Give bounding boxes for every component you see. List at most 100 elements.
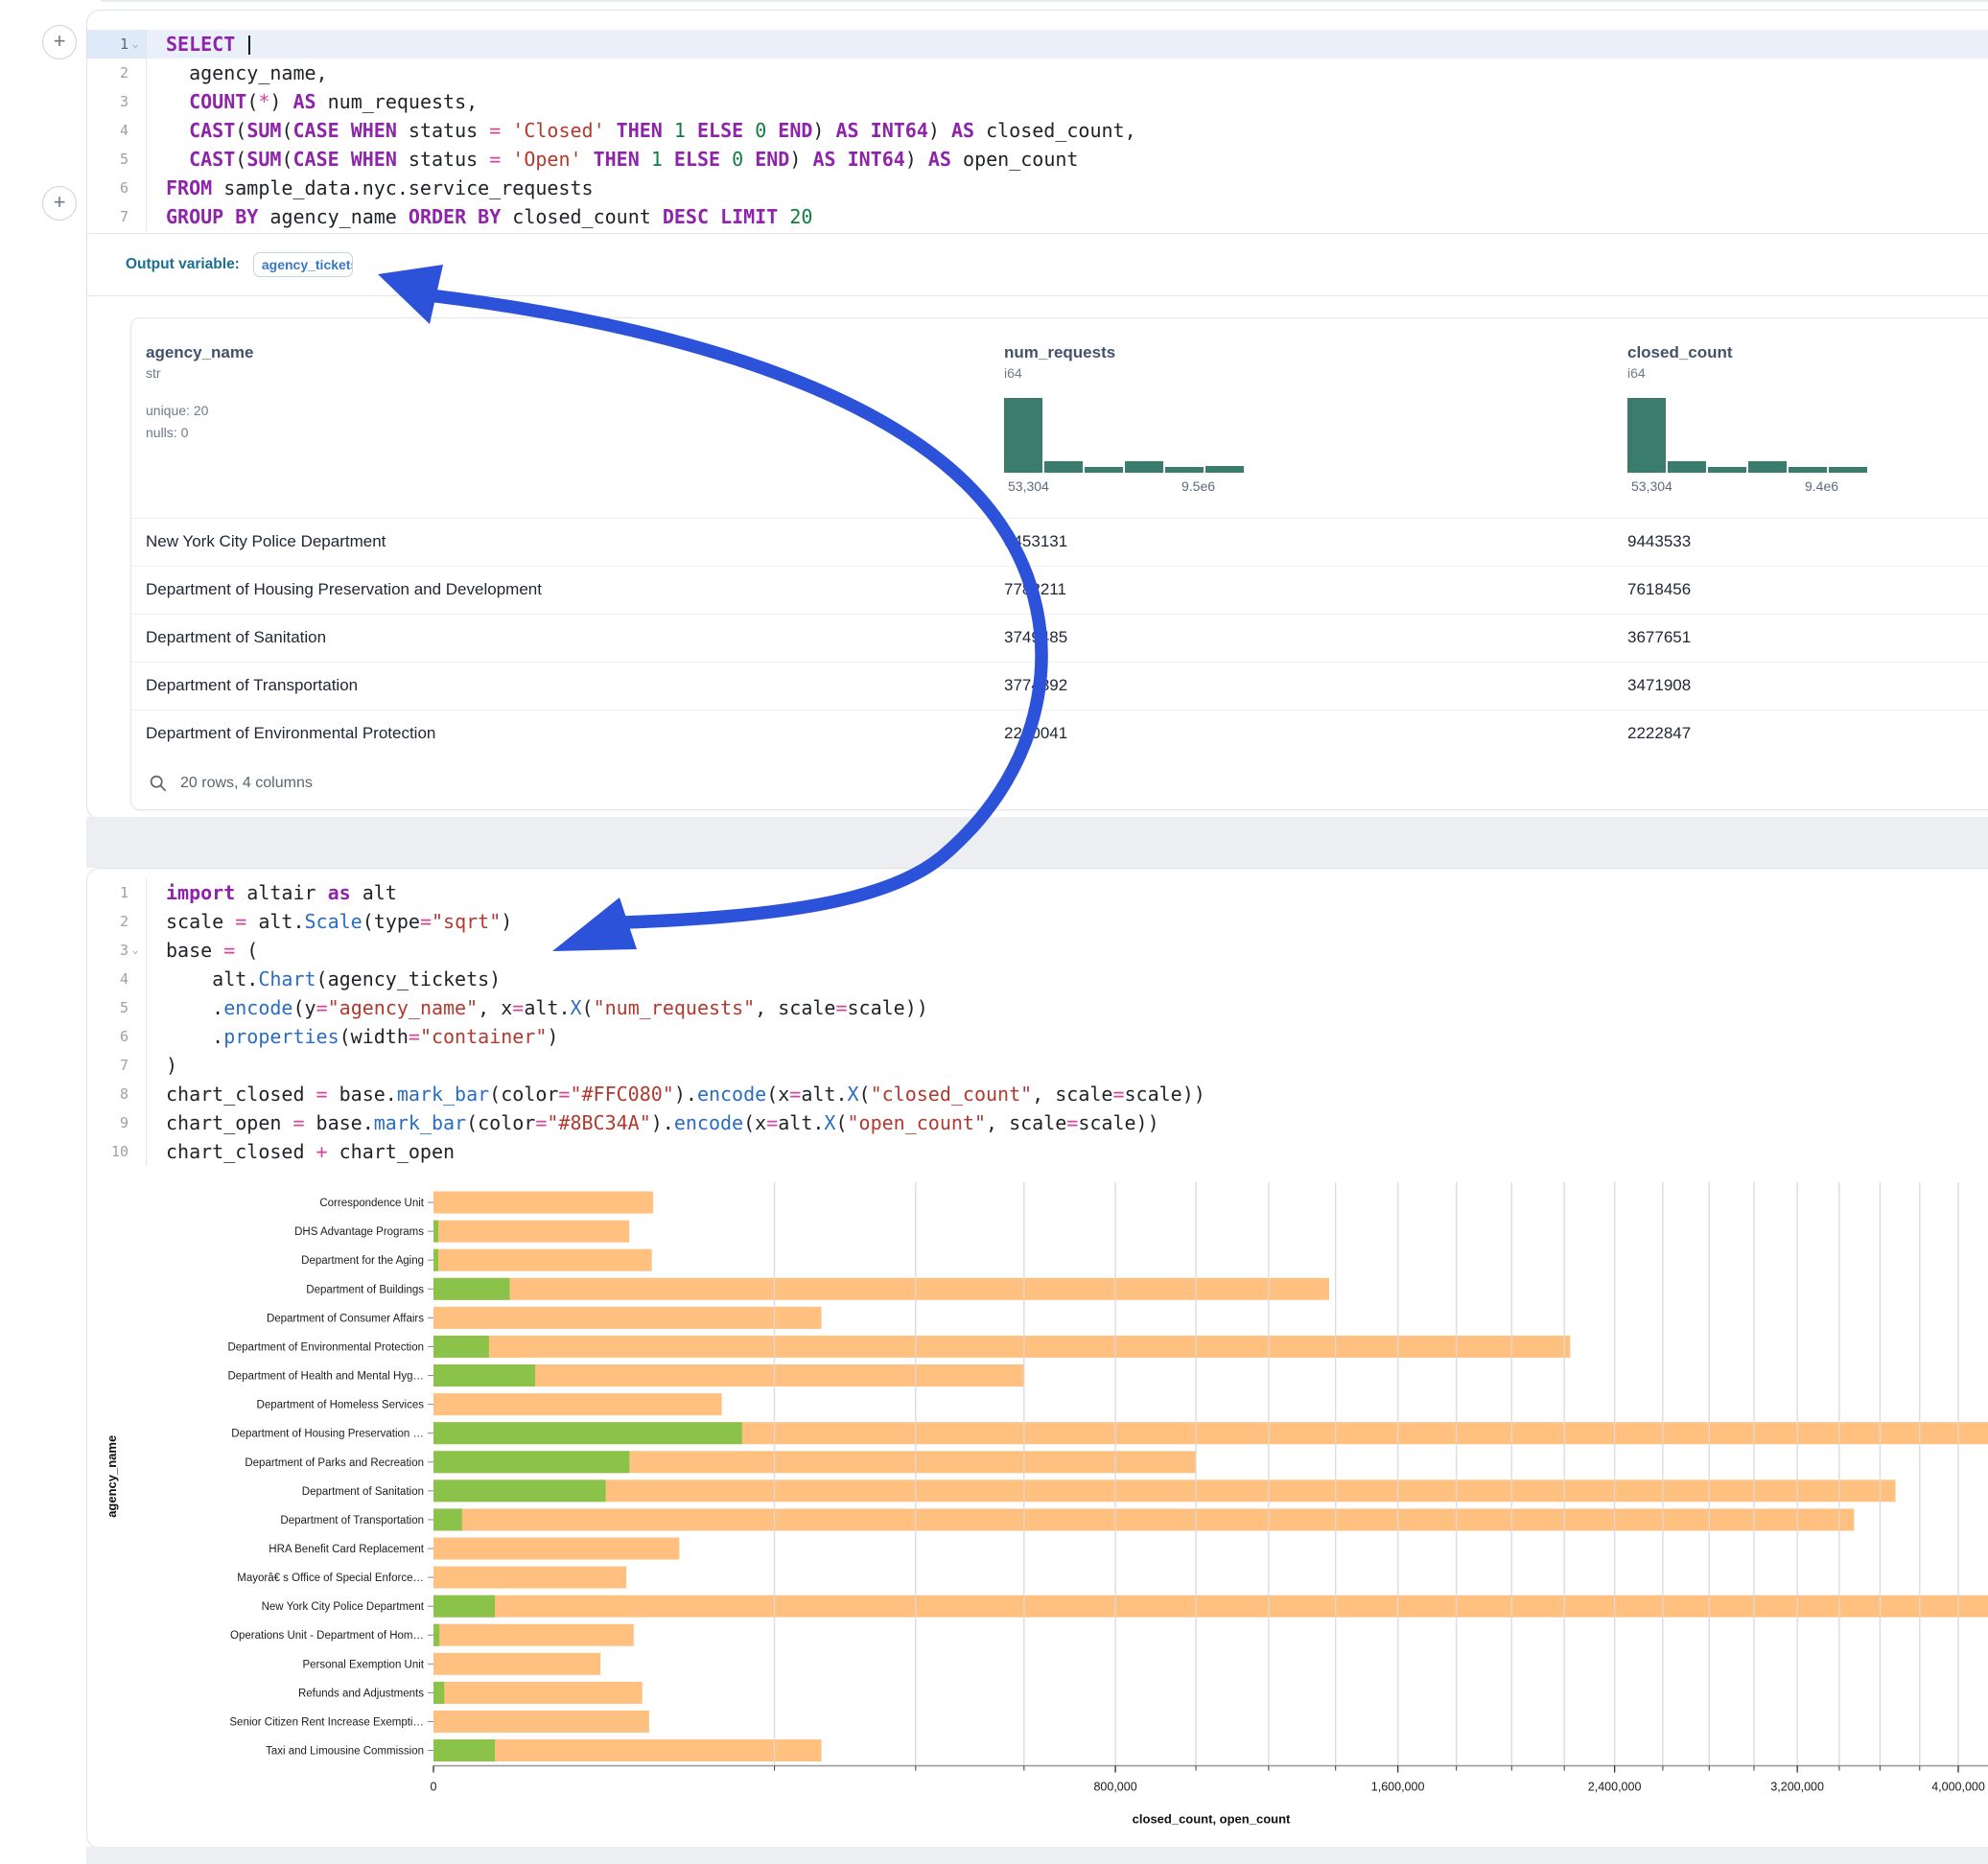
table-cell: New York City Police Department <box>146 532 386 551</box>
code-line[interactable]: 3⌄base = ( <box>87 936 1988 965</box>
line-number: 7 <box>87 1051 147 1080</box>
column-histogram <box>1004 396 1244 473</box>
table-cell: 7782211 <box>1004 580 1066 599</box>
svg-text:Department of Consumer Affairs: Department of Consumer Affairs <box>267 1313 424 1324</box>
table-cell: 3749485 <box>1004 628 1067 647</box>
svg-text:3,200,000: 3,200,000 <box>1770 1781 1824 1794</box>
table-cell: 3471908 <box>1627 676 1691 695</box>
svg-text:Department of Housing Preserva: Department of Housing Preservation … <box>231 1429 424 1440</box>
output-variable-chip[interactable]: agency_tickets <box>253 252 353 277</box>
code-line[interactable]: 8chart_closed = base.mark_bar(color="#FF… <box>87 1080 1988 1108</box>
code-line[interactable]: 6 .properties(width="container") <box>87 1022 1988 1051</box>
histogram-range-labels: 53,3049.4e6 <box>1627 477 1867 496</box>
text-caret <box>248 35 250 55</box>
svg-text:4,000,000: 4,000,000 <box>1931 1781 1985 1794</box>
svg-text:Department of Sanitation: Department of Sanitation <box>302 1486 424 1498</box>
output-variable-row: Output variable: agency_tickets <box>87 233 1988 296</box>
table-row[interactable]: Department of Housing Preservation and D… <box>131 566 1988 615</box>
line-number: 7 <box>87 202 147 231</box>
search-icon[interactable] <box>149 774 168 793</box>
sql-code-editor[interactable]: 1⌄SELECT 2 agency_name,3 COUNT(*) AS num… <box>87 30 1988 231</box>
line-number: 3 <box>87 87 147 116</box>
fold-caret-icon[interactable]: ⌄ <box>129 30 142 58</box>
result-table: agency_namestrunique: 20nulls: 0num_requ… <box>130 317 1988 810</box>
table-cell: Department of Transportation <box>146 676 358 695</box>
column-header-num_requests[interactable]: num_requestsi6453,3049.5e6 <box>1004 343 1244 496</box>
table-row[interactable]: Department of Transportation 3774892 34719… <box>131 662 1988 711</box>
column-name: agency_name <box>146 343 253 362</box>
svg-text:Correspondence Unit: Correspondence Unit <box>319 1198 424 1209</box>
python-code-editor[interactable]: 1import altair as alt2scale = alt.Scale(… <box>87 878 1988 1166</box>
code-text: chart_closed = base.mark_bar(color="#FFC… <box>147 1080 1205 1108</box>
svg-text:Department of Transportation: Department of Transportation <box>280 1515 424 1526</box>
svg-text:Taxi and Limousine Commission: Taxi and Limousine Commission <box>266 1746 424 1758</box>
code-text: alt.Chart(agency_tickets) <box>147 965 501 993</box>
line-number: 4 <box>87 116 147 145</box>
svg-text:closed_count, open_count: closed_count, open_count <box>1133 1812 1291 1827</box>
code-text: COUNT(*) AS num_requests, <box>147 87 478 116</box>
code-line[interactable]: 5 .encode(y="agency_name", x=alt.X("num_… <box>87 993 1988 1022</box>
code-line[interactable]: 4 CAST(SUM(CASE WHEN status = 'Closed' T… <box>87 116 1988 145</box>
table-cell: 9443533 <box>1627 532 1691 551</box>
svg-text:HRA Benefit Card Replacement: HRA Benefit Card Replacement <box>269 1544 425 1555</box>
code-line[interactable]: 3 COUNT(*) AS num_requests, <box>87 87 1988 116</box>
code-text: .encode(y="agency_name", x=alt.X("num_re… <box>147 993 928 1022</box>
svg-text:Department of Buildings: Department of Buildings <box>306 1284 424 1295</box>
sql-cell: 1⌄SELECT 2 agency_name,3 COUNT(*) AS num… <box>86 10 1988 819</box>
code-line[interactable]: 5 CAST(SUM(CASE WHEN status = 'Open' THE… <box>87 145 1988 174</box>
code-line[interactable]: 2scale = alt.Scale(type="sqrt") <box>87 907 1988 936</box>
code-text: CAST(SUM(CASE WHEN status = 'Closed' THE… <box>147 116 1136 145</box>
code-text: FROM sample_data.nyc.service_requests <box>147 174 594 202</box>
code-line[interactable]: 7GROUP BY agency_name ORDER BY closed_co… <box>87 202 1988 231</box>
svg-text:1,600,000: 1,600,000 <box>1371 1781 1425 1794</box>
svg-text:0: 0 <box>431 1781 437 1794</box>
notebook-page: { "colors":{ "bar_closed":"#FFC080","bar… <box>0 0 1988 1864</box>
svg-text:agency_name: agency_name <box>105 1435 119 1518</box>
code-line[interactable]: 7) <box>87 1051 1988 1080</box>
table-row[interactable]: Department of Sanitation37494853677651 <box>131 614 1988 663</box>
code-line[interactable]: 1⌄SELECT <box>87 30 1988 58</box>
table-cell: Department of Environmental Protection <box>146 724 435 743</box>
code-text: chart_open = base.mark_bar(color="#8BC34… <box>147 1108 1159 1137</box>
svg-text:Department of Homeless Service: Department of Homeless Services <box>257 1400 425 1411</box>
add-cell-button-top[interactable]: + <box>42 25 77 59</box>
column-type: str <box>146 365 253 381</box>
column-header-agency_name[interactable]: agency_namestrunique: 20nulls: 0 <box>146 343 253 444</box>
cell-top-divider <box>101 0 1988 2</box>
code-line[interactable]: 1import altair as alt <box>87 878 1988 907</box>
add-cell-button-middle[interactable]: + <box>42 186 77 221</box>
table-cell: 3774892 <box>1004 676 1067 695</box>
column-type: i64 <box>1627 365 1867 381</box>
code-line[interactable]: 4 alt.Chart(agency_tickets) <box>87 965 1988 993</box>
svg-text:800,000: 800,000 <box>1093 1781 1136 1794</box>
svg-text:2,400,000: 2,400,000 <box>1588 1781 1642 1794</box>
svg-text:Operations Unit - Department o: Operations Unit - Department of Hom… <box>230 1630 424 1642</box>
line-number: 9 <box>87 1108 147 1137</box>
code-text: base = ( <box>147 936 258 965</box>
code-line[interactable]: 9chart_open = base.mark_bar(color="#8BC3… <box>87 1108 1988 1137</box>
code-text: .properties(width="container") <box>147 1022 558 1051</box>
table-row[interactable]: Department of Environmental Protection 22… <box>131 710 1988 758</box>
output-variable-label: Output variable: <box>126 256 240 273</box>
code-text: import altair as alt <box>147 878 397 907</box>
svg-text:Refunds and Adjustments: Refunds and Adjustments <box>298 1688 424 1699</box>
table-cell: Department of Housing Preservation and D… <box>146 580 542 599</box>
line-number: 6 <box>87 174 147 202</box>
fold-caret-icon[interactable]: ⌄ <box>129 936 142 965</box>
svg-text:Department of Parks and Recrea: Department of Parks and Recreation <box>245 1457 424 1469</box>
line-number: 10 <box>87 1137 147 1166</box>
code-line[interactable]: 2 agency_name, <box>87 58 1988 87</box>
line-number: 1 <box>87 878 147 907</box>
table-cell: 3677651 <box>1627 628 1691 647</box>
svg-text:Senior Citizen Rent Increase E: Senior Citizen Rent Increase Exempti… <box>229 1716 424 1728</box>
code-text: scale = alt.Scale(type="sqrt") <box>147 907 512 936</box>
column-header-closed_count[interactable]: closed_counti6453,3049.4e6 <box>1627 343 1867 496</box>
code-text: chart_closed + chart_open <box>147 1137 455 1166</box>
code-line[interactable]: 10chart_closed + chart_open <box>87 1137 1988 1166</box>
line-number: 6 <box>87 1022 147 1051</box>
svg-text:Department of Health and Menta: Department of Health and Mental Hyg… <box>227 1371 424 1383</box>
code-line[interactable]: 6FROM sample_data.nyc.service_requests <box>87 174 1988 202</box>
row-column-count: 20 rows, 4 columns <box>180 775 313 792</box>
table-cell: 2222847 <box>1627 724 1691 743</box>
table-row[interactable]: New York City Police Department945313194… <box>131 518 1988 567</box>
